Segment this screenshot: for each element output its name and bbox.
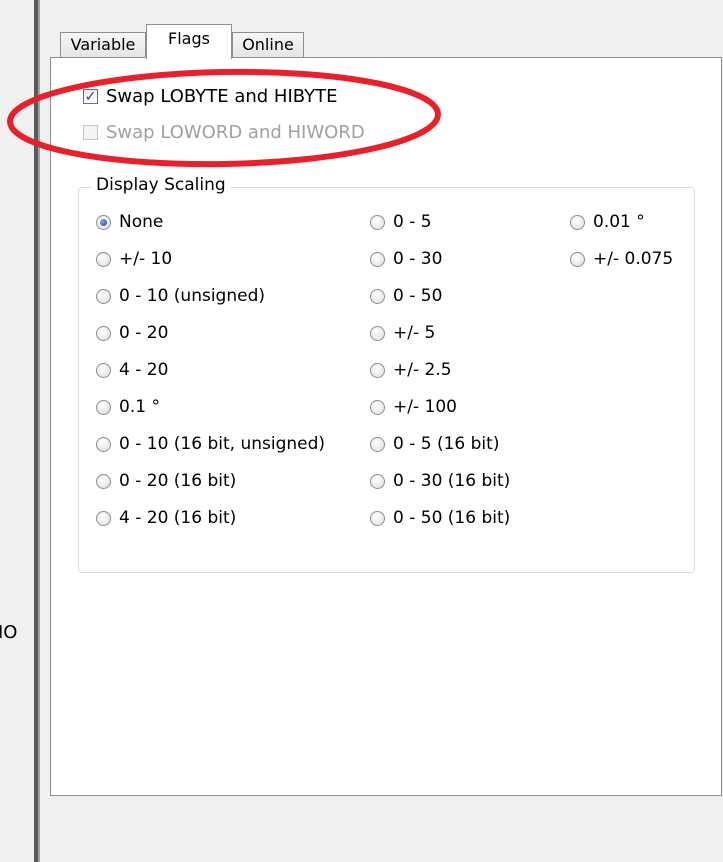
swap-bytes-checkbox[interactable]: ✓	[83, 89, 98, 104]
radio-icon[interactable]	[96, 436, 111, 452]
scaling-option[interactable]: +/- 0.075	[570, 249, 673, 269]
radio-icon[interactable]	[370, 288, 385, 304]
scaling-option[interactable]: +/- 100	[370, 397, 457, 417]
scaling-option[interactable]: None	[96, 212, 163, 232]
radio-icon[interactable]	[370, 325, 385, 341]
display-scaling-title: Display Scaling	[92, 174, 230, 196]
radio-icon[interactable]	[370, 436, 385, 452]
swap-words-checkbox-row[interactable]: Swap LOWORD and HIWORD	[83, 122, 365, 143]
scaling-option-label: 4 - 20 (16 bit)	[119, 508, 237, 528]
scaling-option-label: +/- 0.075	[593, 249, 674, 269]
scaling-option[interactable]: 0 - 30	[370, 249, 442, 269]
radio-icon[interactable]	[370, 473, 385, 489]
scaling-option[interactable]: 0 - 10 (16 bit, unsigned)	[96, 434, 325, 454]
scaling-option-label: 0 - 10 (16 bit, unsigned)	[119, 434, 326, 454]
scaling-option-label: 0 - 5 (16 bit)	[393, 434, 500, 454]
left-panel-clipped-text: IO	[0, 622, 18, 643]
tab-flags[interactable]: Flags	[146, 24, 232, 59]
radio-icon[interactable]	[96, 510, 111, 526]
swap-words-label: Swap LOWORD and HIWORD	[106, 122, 365, 143]
swap-bytes-checkbox-row[interactable]: ✓ Swap LOBYTE and HIBYTE	[83, 86, 338, 107]
scaling-option[interactable]: 4 - 20	[96, 360, 168, 380]
radio-icon[interactable]	[370, 399, 385, 415]
scaling-option[interactable]: 0.1 °	[96, 397, 160, 417]
scaling-option-label: +/- 5	[393, 323, 436, 343]
scaling-option[interactable]: 0 - 20	[96, 323, 168, 343]
scaling-option[interactable]: 0 - 20 (16 bit)	[96, 471, 236, 491]
scaling-option[interactable]: +/- 5	[370, 323, 435, 343]
scaling-option-label: 0 - 50	[393, 286, 443, 306]
scaling-option[interactable]: 0 - 10 (unsigned)	[96, 286, 265, 306]
scaling-option-label: +/- 100	[393, 397, 457, 417]
tab-variable[interactable]: Variable	[60, 32, 146, 58]
scaling-option[interactable]: 0 - 5	[370, 212, 432, 232]
radio-icon[interactable]	[96, 399, 111, 415]
radio-icon[interactable]	[96, 325, 111, 341]
radio-icon[interactable]	[370, 214, 385, 230]
radio-icon[interactable]	[96, 473, 111, 489]
scaling-option-label: 0 - 30	[393, 249, 443, 269]
radio-icon[interactable]	[570, 251, 585, 267]
scaling-option[interactable]: 0 - 50 (16 bit)	[370, 508, 510, 528]
scaling-option[interactable]: +/- 10	[96, 249, 172, 269]
scaling-option-label: 0 - 20 (16 bit)	[119, 471, 237, 491]
checkmark-icon: ✓	[84, 88, 97, 105]
scaling-option[interactable]: 4 - 20 (16 bit)	[96, 508, 236, 528]
swap-words-checkbox[interactable]	[83, 125, 98, 140]
radio-selected-icon[interactable]	[96, 214, 111, 230]
scaling-option-label: 0 - 30 (16 bit)	[393, 471, 511, 491]
scaling-option-label: 0 - 50 (16 bit)	[393, 508, 511, 528]
radio-icon[interactable]	[370, 510, 385, 526]
scaling-option-label: 0 - 20	[119, 323, 169, 343]
scaling-option-label: 4 - 20	[119, 360, 169, 380]
scaling-option-label: 0.1 °	[119, 397, 160, 417]
scaling-option-label: 0 - 10 (unsigned)	[119, 286, 266, 306]
splitter-edge	[38, 0, 40, 862]
tab-online[interactable]: Online	[232, 32, 304, 58]
scaling-option[interactable]: +/- 2.5	[370, 360, 452, 380]
scaling-option[interactable]: 0 - 5 (16 bit)	[370, 434, 499, 454]
radio-icon[interactable]	[370, 251, 385, 267]
scaling-option-label: 0.01 °	[593, 212, 645, 232]
scaling-option[interactable]: 0 - 30 (16 bit)	[370, 471, 510, 491]
scaling-option-label: +/- 2.5	[393, 360, 452, 380]
scaling-option-label: 0 - 5	[393, 212, 432, 232]
scaling-option[interactable]: 0.01 °	[570, 212, 645, 232]
radio-icon[interactable]	[96, 288, 111, 304]
scaling-option[interactable]: 0 - 50	[370, 286, 442, 306]
scaling-option-label: +/- 10	[119, 249, 173, 269]
radio-icon[interactable]	[370, 362, 385, 378]
radio-icon[interactable]	[570, 214, 585, 230]
swap-bytes-label: Swap LOBYTE and HIBYTE	[106, 86, 338, 107]
left-panel: IO	[0, 0, 34, 862]
scaling-option-label: None	[119, 212, 164, 232]
radio-icon[interactable]	[96, 362, 111, 378]
radio-icon[interactable]	[96, 251, 111, 267]
